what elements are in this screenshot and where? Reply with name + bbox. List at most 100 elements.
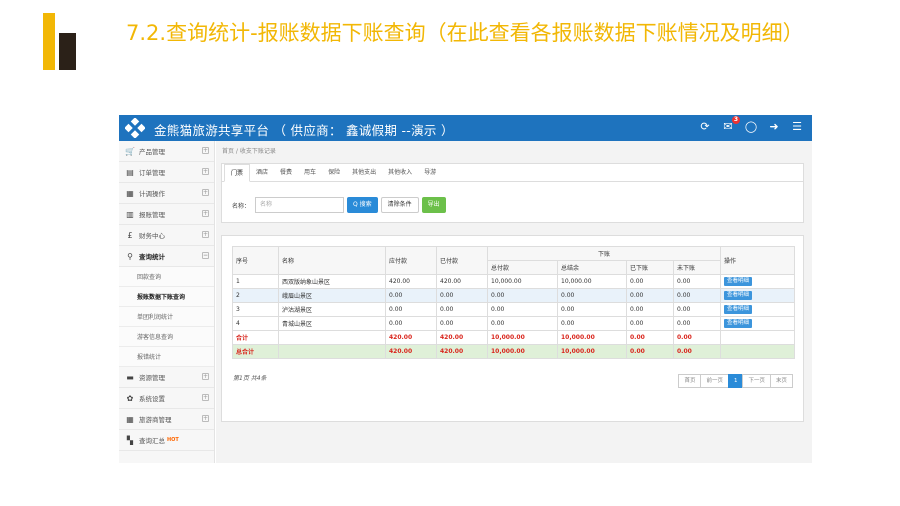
subtotal-label: 合计 [232,330,279,345]
cell-empty [278,330,386,345]
expand-icon[interactable]: + [202,231,209,238]
col-unsettled: 未下账 [673,260,721,275]
sidebar-item-planning[interactable]: ▦ 计调操作 + [119,183,214,204]
view-detail-button[interactable]: 查看明细 [724,319,753,328]
sidebar-item-settings[interactable]: ✿ 系统设置 + [119,388,214,409]
tab-other-expense[interactable]: 其他支出 [346,164,382,181]
tab-insurance[interactable]: 保险 [322,164,346,181]
sidebar-item-label: 产品管理 [139,148,165,156]
cell-total-paid: 10,000.00 [487,330,558,345]
sidebar-item-summary[interactable]: ▚ 查询汇总 HOT [119,430,214,451]
sidebar-item-label: 资源管理 [139,374,165,382]
expand-icon[interactable]: + [202,210,209,217]
sidebar-item-resources[interactable]: ▬ 资源管理 + [119,367,214,388]
results-panel: 序号 名称 应付款 已付款 下账 操作 总付款 总结余 已下账 未下账 1 西双… [221,235,804,422]
sidebar-item-reports[interactable]: ▥ 报账管理 + [119,204,214,225]
cell-payable: 0.00 [385,302,437,317]
export-button[interactable]: 导出 [421,197,446,213]
view-detail-button[interactable]: 查看明细 [724,305,753,314]
finance-icon: £ [127,230,133,240]
pagination: 首页 前一页 1 下一页 末页 [678,374,793,388]
cell-total-paid: 10,000.00 [487,274,558,289]
cell-unsettled: 0.00 [673,344,721,359]
breadcrumb: 首页 / 收支下账记录 [222,148,276,155]
search-button[interactable]: Q 搜索 [347,197,378,213]
total-row: 总合计 420.00 420.00 10,000.00 10,000.00 0.… [232,344,795,359]
settlement-table: 序号 名称 应付款 已付款 下账 操作 总付款 总结余 已下账 未下账 1 西双… [232,246,795,359]
col-action: 操作 [720,246,795,275]
cell-action: 查看明细 [720,288,795,303]
order-icon: ▤ [126,167,134,177]
tab-tickets[interactable]: 门票 [224,164,251,182]
table-row: 4 青城山景区 0.00 0.00 0.00 0.00 0.00 0.00 查看… [232,316,795,331]
cell-payable: 420.00 [385,274,437,289]
first-page-button[interactable]: 首页 [678,374,702,388]
sidebar-item-finance[interactable]: £ 财务中心 + [119,225,214,246]
main-content: 首页 / 收支下账记录 门票 酒店 餐费 用车 保险 其他支出 其他收入 导游 … [216,141,812,463]
cell-paid: 0.00 [436,302,488,317]
hot-badge: HOT [167,437,179,443]
sidebar-item-label: 财务中心 [139,232,165,240]
cell-action: 查看明细 [720,302,795,317]
cell-unsettled: 0.00 [673,288,721,303]
sidebar-subitem-tourist-query[interactable]: 游客信息查询 [119,327,214,347]
cell-settled: 0.00 [626,288,674,303]
expand-icon[interactable]: + [202,147,209,154]
subtotal-row: 合计 420.00 420.00 10,000.00 10,000.00 0.0… [232,330,795,345]
clear-filters-button[interactable]: 清除条件 [380,197,419,213]
tab-other-income[interactable]: 其他收入 [382,164,418,181]
chat-icon[interactable]: ◯ [744,120,758,134]
tab-guide[interactable]: 导游 [418,164,442,181]
sidebar-item-query-stats[interactable]: ⚲ 查询统计 − [119,246,214,267]
sidebar-item-label: 系统设置 [139,395,165,403]
cell-settled: 0.00 [626,330,674,345]
total-label: 总合计 [232,344,279,359]
page-1-button[interactable]: 1 [727,374,744,388]
cell-index: 3 [232,302,279,317]
app-title: 金熊猫旅游共享平台 （ 供应商： 鑫诚假期 --演示 ） [154,123,454,138]
plan-icon: ▦ [126,188,134,198]
cell-total-balance: 0.00 [557,288,627,303]
logout-icon[interactable]: ➜ [767,120,781,134]
tab-hotel[interactable]: 酒店 [250,164,274,181]
expand-icon[interactable]: + [202,373,209,380]
mail-badge: 3 [732,116,740,124]
tab-meals[interactable]: 餐费 [274,164,298,181]
sidebar-subitem-profit-stats[interactable]: 单团利润统计 [119,307,214,327]
sidebar-subitem-settlement-query[interactable]: 报账数据下账查询 [119,287,214,307]
sidebar-item-agencies[interactable]: ▦ 旅游商管理 + [119,409,214,430]
menu-icon[interactable]: ☰ [790,120,804,134]
mail-icon[interactable]: ✉ 3 [721,116,740,134]
cell-total-paid: 0.00 [487,316,558,331]
expand-icon[interactable]: + [202,189,209,196]
cell-name: 西双版纳象山景区 [278,274,386,289]
expand-icon[interactable]: + [202,394,209,401]
col-total-balance: 总结余 [557,260,627,275]
expand-icon[interactable]: + [202,168,209,175]
sidebar: 🛒 产品管理 + ▤ 订单管理 + ▦ 计调操作 + ▥ 报账管理 + £ 财务中心 + ⚲ 查询统计… [119,141,215,463]
cell-payable: 420.00 [385,344,437,359]
cell-total-balance: 10,000.00 [557,344,627,359]
cell-action: 查看明细 [720,316,795,331]
app-screenshot: 金熊猫旅游共享平台 （ 供应商： 鑫诚假期 --演示 ） ⟳ ✉ 3 ◯ ➜ ☰ … [119,115,812,463]
next-page-button[interactable]: 下一页 [742,374,771,388]
collapse-icon[interactable]: − [202,252,209,259]
sidebar-item-products[interactable]: 🛒 产品管理 + [119,141,214,162]
col-payable: 应付款 [385,246,437,275]
sidebar-subitem-error-stats[interactable]: 报错统计 [119,347,214,367]
sidebar-item-orders[interactable]: ▤ 订单管理 + [119,162,214,183]
cell-unsettled: 0.00 [673,274,721,289]
sidebar-item-label: 计调操作 [139,190,165,198]
name-search-input[interactable]: 名称 [255,197,345,213]
expand-icon[interactable]: + [202,415,209,422]
tab-vehicle[interactable]: 用车 [298,164,322,181]
cell-index: 4 [232,316,279,331]
summary-icon: ▚ [126,435,134,445]
view-detail-button[interactable]: 查看明细 [724,277,753,286]
last-page-button[interactable]: 末页 [769,374,793,388]
prev-page-button[interactable]: 前一页 [700,374,729,388]
refresh-icon[interactable]: ⟳ [698,120,712,134]
view-detail-button[interactable]: 查看明细 [724,291,753,300]
sidebar-subitem-payment-query[interactable]: 回款查询 [119,267,214,287]
sidebar-item-label: 报账管理 [139,211,165,219]
